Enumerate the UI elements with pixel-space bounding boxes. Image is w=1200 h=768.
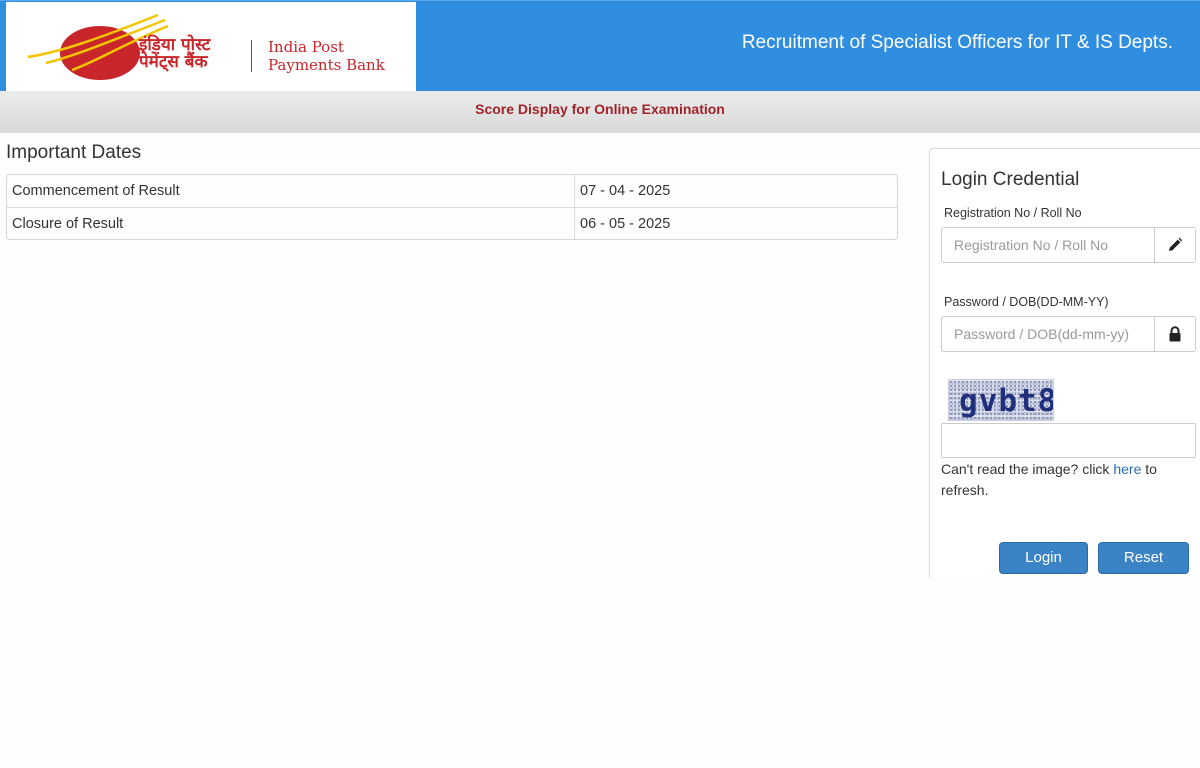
captcha-image: gvbt8 [948,379,1054,421]
login-panel: Login Credential Registration No / Roll … [929,148,1200,578]
registration-label: Registration No / Roll No [944,206,1082,220]
pencil-icon [1154,228,1195,262]
date-label: Closure of Result [7,207,575,239]
table-row: Closure of Result 06 - 05 - 2025 [7,207,897,239]
important-dates-heading: Important Dates [6,142,142,163]
password-input[interactable] [942,317,1155,351]
header-title: Recruitment of Specialist Officers for I… [741,32,1173,53]
logo-hindi-line-2: पेमेंट्स बैंक [139,52,208,72]
header: इंडिया पोस्ट पेमेंट्स बैंक India Post Pa… [0,0,1200,92]
login-button[interactable]: Login [999,542,1088,574]
lock-icon [1154,317,1195,351]
reset-button[interactable]: Reset [1098,542,1189,574]
table-row: Commencement of Result 07 - 04 - 2025 [7,175,897,207]
logo-hindi-text: इंडिया पोस्ट पेमेंट्स बैंक [139,37,244,71]
password-input-group [941,316,1196,352]
registration-input-group [941,227,1196,263]
password-label: Password / DOB(DD-MM-YY) [944,295,1109,309]
date-label: Commencement of Result [7,175,575,207]
captcha-help-prefix: Can't read the image? click [941,461,1114,477]
login-heading: Login Credential [941,169,1080,190]
date-value: 07 - 04 - 2025 [580,183,671,199]
captcha-help-text: Can't read the image? click here to refr… [941,459,1191,501]
captcha-input[interactable] [941,423,1196,458]
page-subtitle-bar: Score Display for Online Examination [0,91,1200,133]
date-value: 06 - 05 - 2025 [575,207,897,239]
logo-divider [251,40,252,72]
page-subtitle: Score Display for Online Examination [475,101,725,117]
important-dates-table: Commencement of Result 07 - 04 - 2025 Cl… [6,174,898,240]
registration-input[interactable] [942,228,1155,262]
logo-english-line-1: India Post [268,38,344,56]
logo-english-text: India Post Payments Bank [268,38,385,74]
captcha-text: gvbt8 [959,383,1054,419]
ippb-logo: इंडिया पोस्ट पेमेंट्स बैंक India Post Pa… [6,2,416,91]
logo-english-line-2: Payments Bank [268,56,385,74]
captcha-refresh-link[interactable]: here [1113,461,1141,477]
